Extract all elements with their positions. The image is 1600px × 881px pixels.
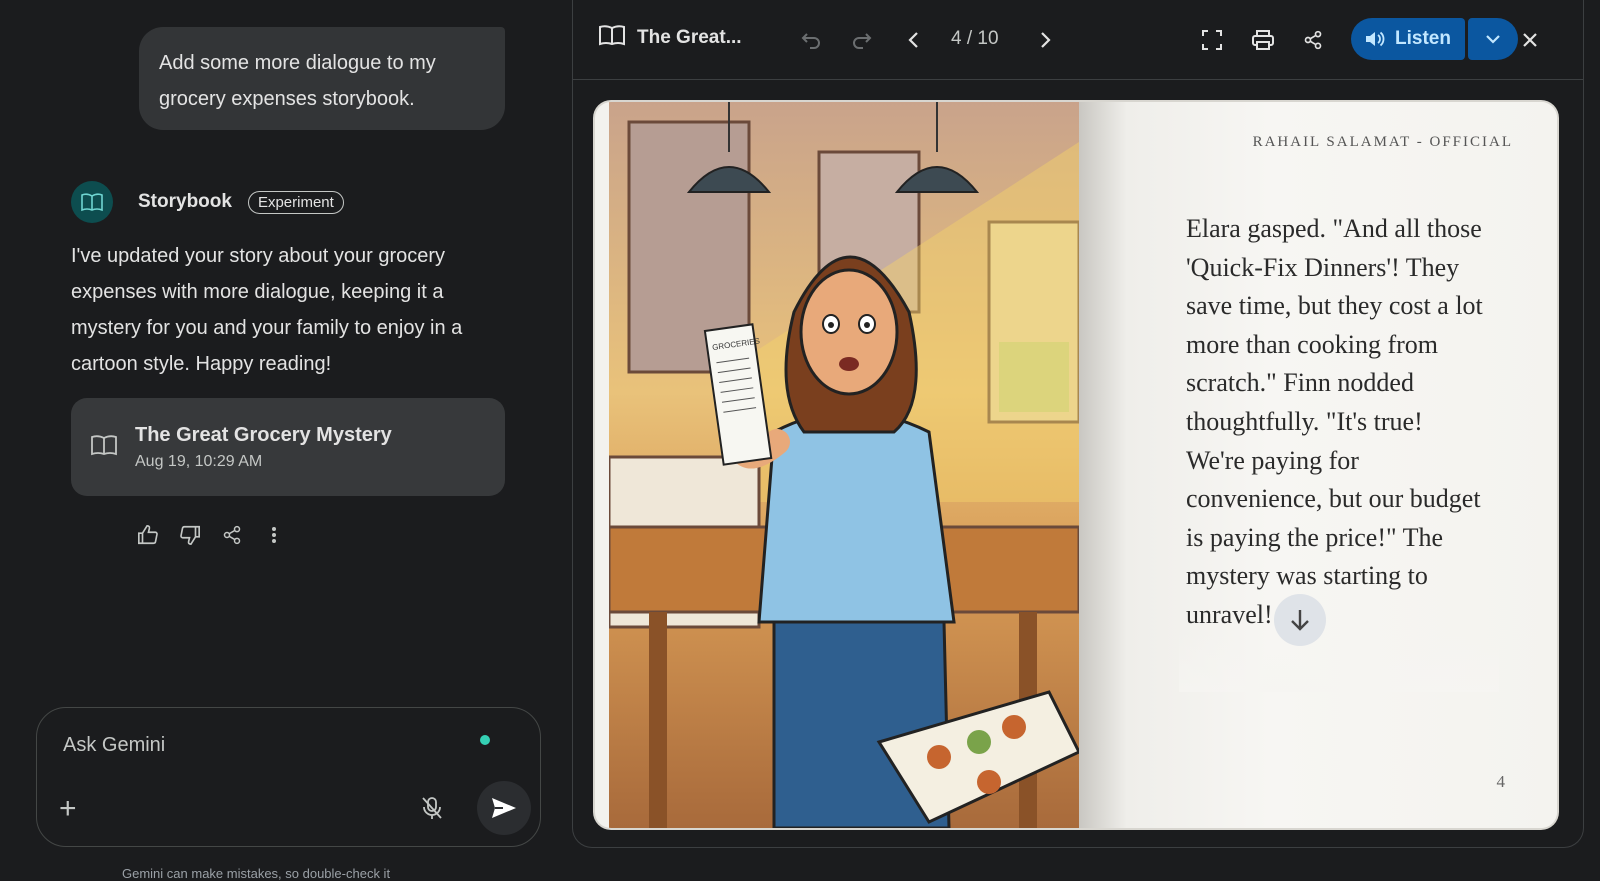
listen-label: Listen (1395, 28, 1451, 49)
speaker-icon (1366, 31, 1385, 47)
storybook-card-title: The Great Grocery Mystery (135, 423, 392, 446)
story-page: RAHAIL SALAMAT - OFFICIAL Elara gasped. … (1079, 102, 1557, 828)
canvas-toolbar: The Great... 4 / 10 Listen (573, 0, 1583, 80)
listen-options-button[interactable] (1468, 18, 1518, 60)
add-attachment-button[interactable]: + (59, 794, 77, 824)
fullscreen-icon[interactable] (1199, 27, 1225, 53)
disclaimer-text: Gemini can make mistakes, so double-chec… (122, 866, 391, 881)
thumbs-up-icon[interactable] (136, 523, 160, 547)
scroll-down-button[interactable] (1274, 594, 1326, 646)
canvas-title-text: The Great... (637, 26, 742, 48)
storybook-card[interactable]: The Great Grocery Mystery Aug 19, 10:29 … (71, 398, 505, 496)
prompt-input[interactable]: Ask Gemini (63, 734, 165, 757)
share-icon[interactable] (220, 523, 244, 547)
response-actions (136, 523, 286, 547)
page-number: 4 (1496, 772, 1506, 791)
next-page-icon[interactable] (1033, 27, 1059, 53)
book-icon (91, 434, 117, 461)
storybook-card-date: Aug 19, 10:29 AM (135, 452, 263, 470)
story-illustration: GROCERIES (609, 102, 1079, 828)
previous-page-icon[interactable] (900, 27, 926, 53)
bot-name: Storybook (138, 191, 232, 212)
experiment-badge: Experiment (247, 190, 344, 214)
listen-button[interactable]: Listen (1351, 18, 1465, 60)
more-options-icon[interactable] (262, 523, 286, 547)
close-icon[interactable] (1517, 27, 1543, 53)
arrow-down-icon (1291, 610, 1309, 631)
page-indicator: 4 / 10 (951, 28, 999, 49)
bot-header: Storybook Experiment (71, 181, 344, 223)
status-dot-icon (480, 735, 490, 745)
mic-off-icon[interactable] (421, 796, 443, 825)
story-text: Elara gasped. "And all those 'Quick-Fix … (1186, 214, 1483, 629)
book-icon (599, 24, 625, 51)
user-message: Add some more dialogue to my grocery exp… (139, 27, 505, 130)
author-label: RAHAIL SALAMAT - OFFICIAL (1252, 134, 1513, 150)
send-icon (492, 798, 516, 818)
print-icon[interactable] (1250, 27, 1276, 53)
chevron-down-icon (1486, 34, 1500, 44)
canvas-title: The Great... (599, 24, 742, 51)
storybook-avatar-icon (71, 181, 113, 223)
redo-icon[interactable] (849, 27, 875, 53)
thumbs-down-icon[interactable] (178, 523, 202, 547)
storybook-canvas: The Great... 4 / 10 Listen GROCERIES RAH… (572, 0, 1584, 848)
chat-panel: Add some more dialogue to my grocery exp… (0, 0, 560, 881)
send-button[interactable] (477, 781, 531, 835)
undo-icon[interactable] (798, 27, 824, 53)
share-icon[interactable] (1300, 27, 1326, 53)
prompt-input-box[interactable]: Ask Gemini + (36, 707, 541, 847)
storybook-spread: GROCERIES RAHAIL SALAMAT - OFFICIAL Elar… (595, 102, 1557, 828)
bot-reply: I've updated your story about your groce… (71, 245, 463, 375)
